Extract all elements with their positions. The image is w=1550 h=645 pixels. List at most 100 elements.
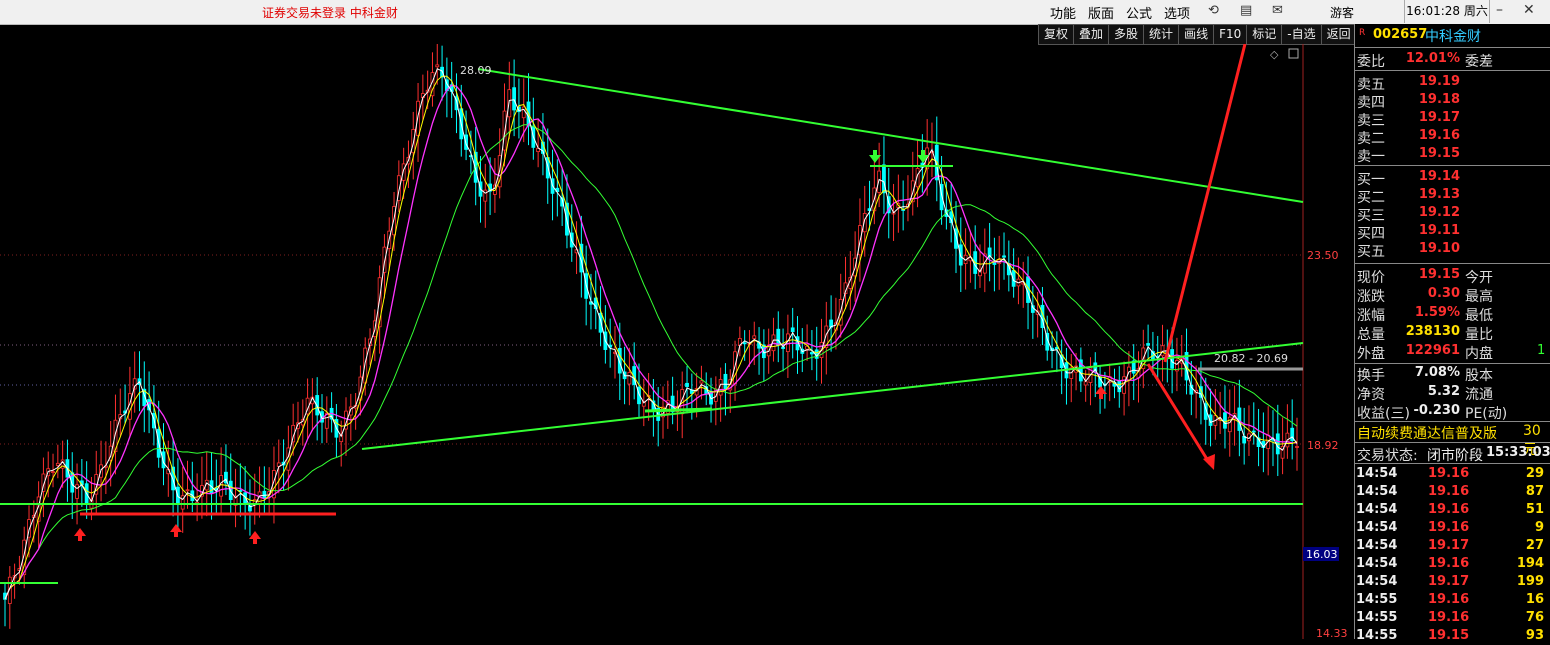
- red-up-arrow: [170, 524, 182, 537]
- candle-body: [55, 462, 60, 466]
- candle-body: [723, 373, 728, 390]
- label: 收益(三): [1357, 406, 1410, 422]
- tick-price: 19.15: [1428, 628, 1470, 643]
- label: 交易状态:: [1357, 448, 1418, 464]
- sell-row-4[interactable]: 卖四 19.18: [1355, 91, 1550, 111]
- up-arrow-line: [1163, 44, 1247, 363]
- price: 19.15: [1418, 146, 1460, 161]
- auto-renew-banner[interactable]: 自动续费通达信普及版 30元: [1355, 422, 1550, 458]
- tick-row[interactable]: 14:54 19.17 27: [1355, 537, 1550, 555]
- value: 122961: [1405, 343, 1460, 358]
- label: 净资: [1357, 387, 1385, 403]
- candle-body: [685, 382, 689, 387]
- stat-row-change: 涨跌 0.30 最高: [1355, 285, 1550, 305]
- tick-row[interactable]: 14:55 19.15 93: [1355, 627, 1550, 645]
- tick-row[interactable]: 14:54 19.16 194: [1355, 555, 1550, 573]
- btn-statistics[interactable]: 统计: [1144, 24, 1180, 45]
- stock-code[interactable]: 002657: [1373, 27, 1427, 42]
- clock: 16:01:28 周六: [1404, 0, 1490, 23]
- label: 换手: [1357, 368, 1385, 384]
- price: 19.17: [1418, 110, 1460, 125]
- label: 涨幅: [1357, 308, 1385, 324]
- flag-badge: R: [1359, 28, 1366, 38]
- maximize-chart-icon[interactable]: [1288, 48, 1299, 59]
- candle-body: [521, 106, 526, 119]
- candle-body: [363, 347, 368, 384]
- ma10-line: [4, 75, 1298, 600]
- tick-row[interactable]: 14:54 19.16 87: [1355, 483, 1550, 501]
- label: 流通: [1465, 387, 1493, 403]
- value: 1.59%: [1414, 305, 1460, 320]
- label: 外盘: [1357, 346, 1385, 362]
- btn-overlay[interactable]: 叠加: [1074, 24, 1110, 45]
- tick-row[interactable]: 14:55 19.16 16: [1355, 591, 1550, 609]
- kline-chart[interactable]: 23.50 18.92 16.03 14.33 28.09 20.82 - 20…: [0, 44, 1354, 639]
- candle-body: [752, 335, 757, 339]
- login-status[interactable]: 证券交易未登录 中科金财: [262, 4, 398, 21]
- ma20-line: [4, 84, 1297, 600]
- menu-layout[interactable]: 版面: [1088, 3, 1114, 22]
- tick-row[interactable]: 14:54 19.16 29: [1355, 465, 1550, 483]
- label: PE(动): [1465, 406, 1508, 422]
- stat-row-change-pct: 涨幅 1.59% 最低: [1355, 304, 1550, 324]
- candle-body: [1083, 381, 1088, 386]
- label: 股本: [1465, 368, 1493, 384]
- mail-icon[interactable]: ✉: [1272, 3, 1283, 18]
- sell-row-5[interactable]: 卖五 19.19: [1355, 73, 1550, 93]
- candle-body: [1295, 446, 1299, 448]
- candle-body: [742, 342, 747, 345]
- ma5-line: [4, 68, 1298, 600]
- label: 现价: [1357, 270, 1385, 286]
- lower-trendline: [361, 342, 1304, 450]
- sell-row-2[interactable]: 卖二 19.16: [1355, 127, 1550, 147]
- document-icon[interactable]: ▤: [1240, 3, 1252, 18]
- buy-row-3[interactable]: 买三 19.12: [1355, 204, 1550, 224]
- guest-user[interactable]: 游客: [1330, 4, 1354, 21]
- buy-row-5[interactable]: 买五 19.10: [1355, 240, 1550, 260]
- menu-options[interactable]: 选项: [1164, 3, 1190, 22]
- btn-mark[interactable]: 标记: [1247, 24, 1283, 45]
- y-tick-label: 16.03: [1306, 548, 1338, 561]
- menu-function[interactable]: 功能: [1050, 3, 1076, 22]
- label: 卖一: [1357, 149, 1385, 165]
- tick-time: 14:54: [1356, 520, 1398, 535]
- btn-restore-rights[interactable]: 复权: [1038, 24, 1075, 45]
- stat-row-price: 现价 19.15 今开: [1355, 266, 1550, 286]
- minimize-icon[interactable]: –: [1496, 2, 1503, 18]
- tick-row[interactable]: 14:54 19.17 199: [1355, 573, 1550, 591]
- tick-time: 14:54: [1356, 484, 1398, 499]
- tick-row[interactable]: 14:55 19.16 76: [1355, 609, 1550, 627]
- tick-volume: 16: [1525, 592, 1544, 607]
- tick-row[interactable]: 14:54 19.16 51: [1355, 501, 1550, 519]
- stock-name[interactable]: 中科金财: [1425, 26, 1481, 46]
- tick-row[interactable]: 14:54 19.16 9: [1355, 519, 1550, 537]
- tick-time: 14:55: [1356, 610, 1398, 625]
- buy-row-2[interactable]: 买二 19.13: [1355, 186, 1550, 206]
- tick-price: 19.17: [1428, 538, 1470, 553]
- btn-remove-watchlist[interactable]: -自选: [1282, 24, 1322, 45]
- close-icon[interactable]: ✕: [1523, 2, 1535, 18]
- y-tick-label: 23.50: [1307, 249, 1339, 262]
- tick-price: 19.16: [1428, 502, 1470, 517]
- trade-status-row: 交易状态: 闭市阶段 15:33:03: [1355, 444, 1550, 464]
- candle-body: [1054, 347, 1059, 350]
- price: 19.18: [1418, 92, 1460, 107]
- price: 19.11: [1418, 223, 1460, 238]
- tick-price: 19.17: [1428, 574, 1470, 589]
- sell-row-3[interactable]: 卖三 19.17: [1355, 109, 1550, 129]
- label: 委差: [1465, 54, 1493, 70]
- btn-multi-stock[interactable]: 多股: [1109, 24, 1145, 45]
- refresh-icon[interactable]: ⟲: [1208, 3, 1219, 18]
- btn-draw-line[interactable]: 画线: [1179, 24, 1215, 45]
- price: 19.14: [1418, 169, 1460, 184]
- btn-f10[interactable]: F10: [1214, 24, 1248, 45]
- buy-row-1[interactable]: 买一 19.14: [1355, 168, 1550, 188]
- buy-row-4[interactable]: 买四 19.11: [1355, 222, 1550, 242]
- tick-price: 19.16: [1428, 556, 1470, 571]
- menu-formula[interactable]: 公式: [1126, 3, 1152, 22]
- annotations: 28.09 20.82 - 20.69 ◇: [74, 44, 1299, 544]
- sell-row-1[interactable]: 卖一 19.15: [1355, 145, 1550, 165]
- btn-back[interactable]: 返回: [1321, 24, 1357, 45]
- diamond-icon[interactable]: ◇: [1270, 48, 1279, 61]
- candle-body: [1223, 412, 1227, 429]
